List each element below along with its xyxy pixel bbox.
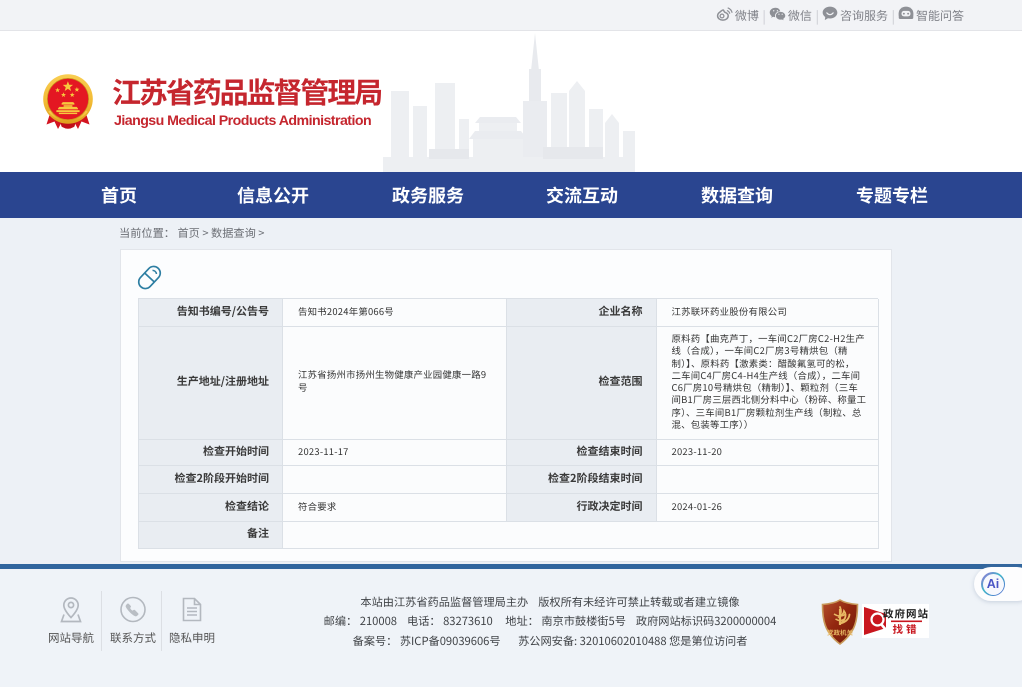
- svg-text:找错: 找错: [893, 622, 920, 637]
- svg-text:党政机关: 党政机关: [827, 627, 854, 637]
- svg-text:政府网站: 政府网站: [883, 606, 929, 621]
